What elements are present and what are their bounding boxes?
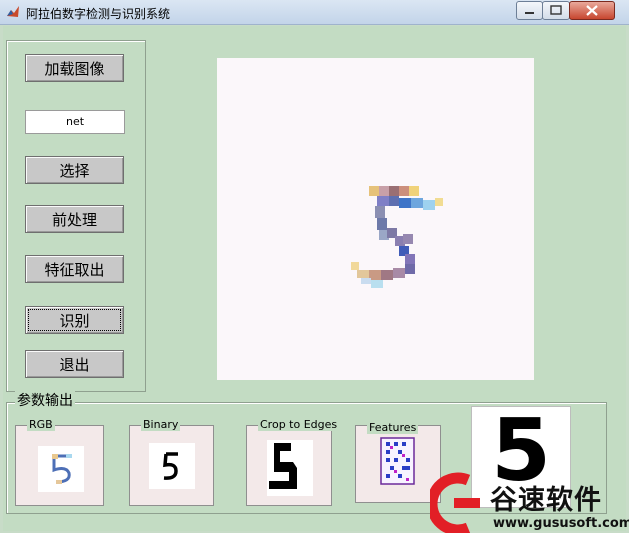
crop-panel	[246, 425, 332, 506]
rgb-panel-title: RGB	[27, 418, 55, 431]
recognize-button[interactable]: 识别	[25, 306, 124, 334]
exit-button[interactable]: 退出	[25, 350, 124, 378]
preprocess-button[interactable]: 前处理	[25, 205, 124, 233]
features-panel-title: Features	[367, 421, 419, 434]
features-thumbnail	[380, 437, 415, 485]
window-title: 阿拉伯数字检测与识别系统	[26, 7, 171, 21]
crop-thumbnail	[267, 440, 313, 496]
feature-extract-button[interactable]: 特征取出	[25, 255, 124, 283]
watermark-url: www.gususoft.com	[493, 516, 629, 531]
maximize-button[interactable]	[542, 1, 570, 20]
pixelated-digit-image	[351, 186, 443, 288]
title-bar: 阿拉伯数字检测与识别系统	[0, 0, 629, 25]
rgb-thumbnail	[38, 446, 84, 492]
watermark-brand: 谷速软件	[490, 485, 602, 516]
load-image-button[interactable]: 加载图像	[25, 54, 124, 82]
binary-panel	[129, 425, 214, 506]
net-field[interactable]: net	[25, 110, 125, 134]
binary-thumbnail	[149, 443, 195, 489]
rgb-panel	[15, 425, 104, 506]
minimize-button[interactable]	[516, 1, 543, 20]
features-panel	[355, 425, 441, 503]
minimize-icon	[525, 12, 534, 14]
close-button[interactable]	[569, 1, 615, 20]
image-display	[217, 58, 534, 380]
maximize-icon	[550, 5, 562, 15]
close-icon	[586, 5, 598, 16]
select-button[interactable]: 选择	[25, 156, 124, 184]
output-panel-title: 参数输出	[15, 390, 75, 410]
binary-panel-title: Binary	[141, 418, 181, 431]
crop-panel-title: Crop to Edges	[258, 418, 340, 431]
matlab-icon	[7, 6, 19, 17]
